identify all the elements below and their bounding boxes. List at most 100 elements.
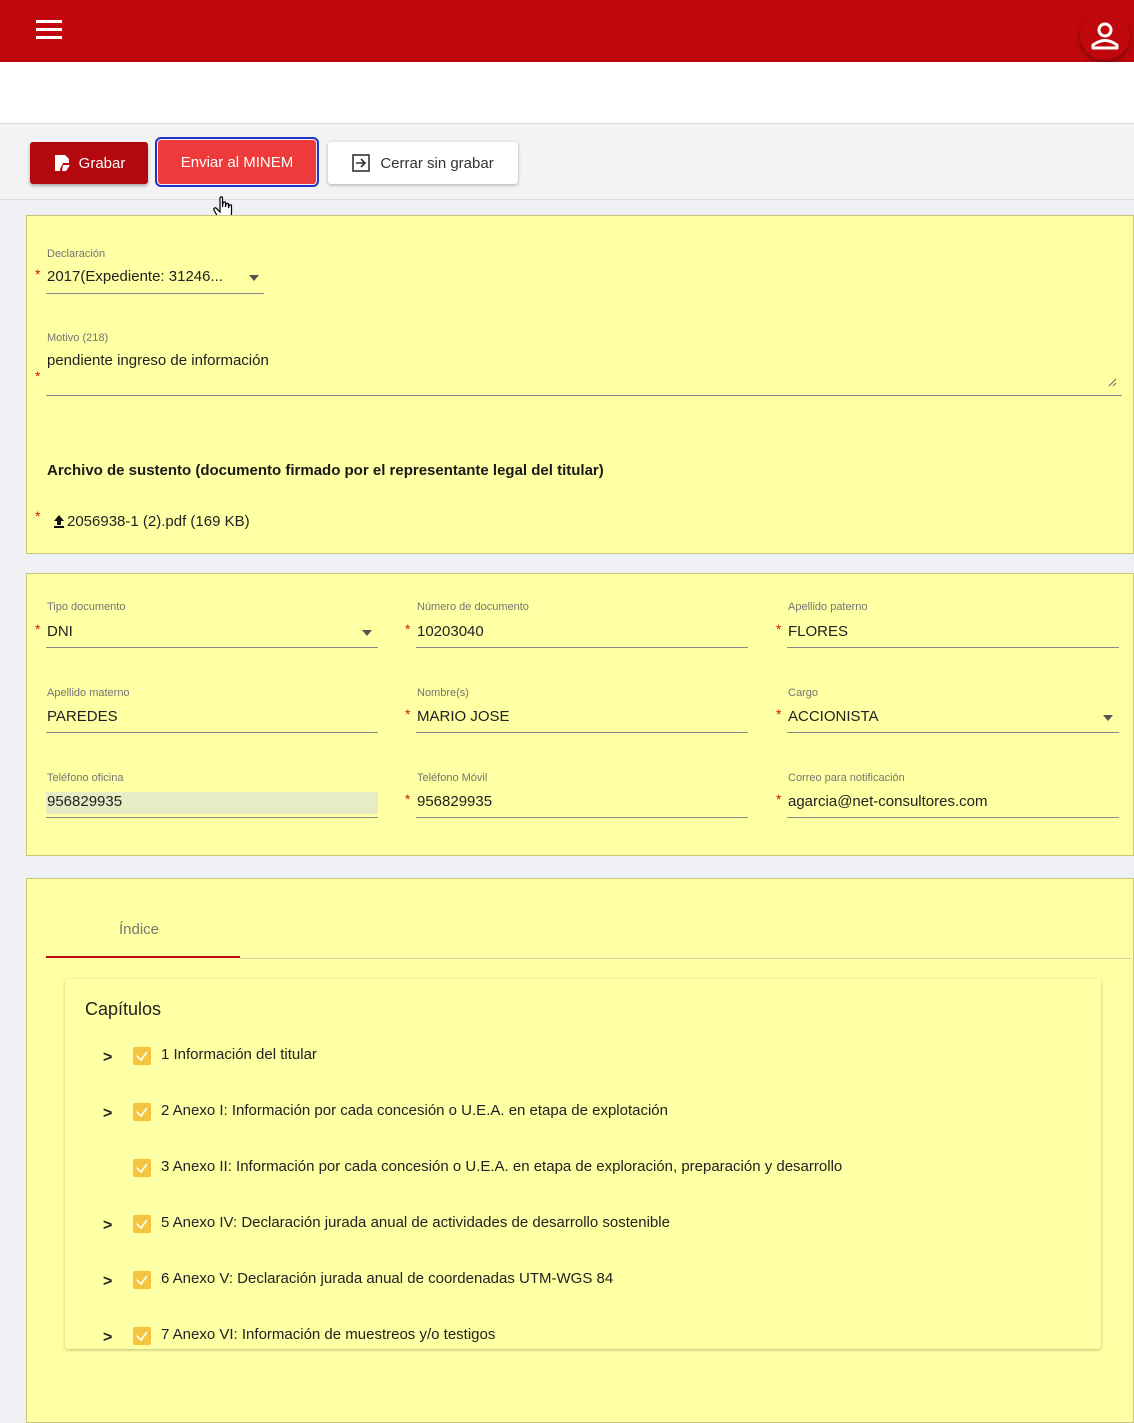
declaration-value: 2017(Expediente: 31246... [47, 268, 223, 285]
telefono-movil-value: 956829935 [417, 793, 493, 810]
chapter-checkbox[interactable] [133, 1215, 151, 1233]
field-underline [787, 732, 1119, 733]
tipo-documento-value: DNI [47, 623, 73, 640]
field-underline [46, 732, 378, 733]
save-button[interactable]: Grabar [30, 142, 148, 184]
nombres-value: MARIO JOSE [417, 708, 510, 725]
required-mark: * [776, 621, 782, 637]
dropdown-caret-icon [1103, 715, 1113, 721]
field-underline [46, 293, 264, 294]
user-account-button[interactable] [1080, 10, 1130, 60]
motivo-value: pendiente ingreso de información [47, 352, 269, 369]
resize-handle-icon[interactable] [1108, 378, 1117, 387]
chapter-item: > 5 Anexo IV: Declaración jurada anual d… [65, 1214, 1101, 1238]
chapter-checkbox[interactable] [133, 1271, 151, 1289]
chapter-checkbox[interactable] [133, 1159, 151, 1177]
save-button-label: Grabar [78, 154, 126, 172]
field-underline [46, 817, 378, 818]
chapter-item: 3 Anexo II: Información por cada concesi… [65, 1158, 1101, 1182]
upload-icon [54, 515, 64, 528]
active-tab-indicator [46, 956, 240, 958]
field-underline [787, 817, 1119, 818]
required-mark: * [776, 791, 782, 807]
app-header [0, 0, 1134, 62]
chapter-label: 1 Información del titular [161, 1046, 317, 1063]
apellido-materno-value: PAREDES [47, 708, 118, 725]
archivo-sustento-title: Archivo de sustento (documento firmado p… [47, 462, 604, 479]
chevron-right-icon[interactable]: > [103, 1105, 112, 1123]
chapter-checkbox[interactable] [133, 1047, 151, 1065]
user-icon [1091, 22, 1119, 50]
required-mark: * [405, 621, 411, 637]
chapters-title: Capítulos [85, 999, 162, 1019]
cargo-label: Cargo [788, 687, 818, 699]
chapter-label: 3 Anexo II: Información por cada concesi… [161, 1158, 843, 1175]
send-button-label: Enviar al MINEM [180, 153, 294, 171]
chapters-panel: Capítulos > 1 Información del titular > … [65, 979, 1101, 1349]
field-underline [46, 395, 1122, 396]
chapter-checkbox[interactable] [133, 1327, 151, 1345]
chapter-label: 5 Anexo IV: Declaración jurada anual de … [161, 1214, 670, 1231]
apellido-paterno-value: FLORES [788, 623, 849, 640]
hamburger-menu-icon[interactable] [36, 20, 62, 42]
required-mark: * [405, 706, 411, 722]
declaration-label: Declaración [47, 248, 106, 260]
checkmark-icon [136, 1107, 148, 1118]
field-underline [416, 647, 748, 648]
uploaded-file-link[interactable]: 2056938-1 (2).pdf (169 KB) [53, 513, 250, 530]
chapter-label: 2 Anexo I: Información por cada concesió… [161, 1102, 668, 1119]
exit-icon [352, 154, 371, 172]
required-mark: * [35, 368, 41, 384]
dropdown-caret-icon [249, 275, 259, 281]
page-header-strip [0, 62, 1134, 124]
chapter-item: > 1 Información del titular [65, 1046, 1101, 1070]
chapter-checkbox[interactable] [133, 1103, 151, 1121]
field-underline [416, 817, 748, 818]
chapter-label: 7 Anexo VI: Información de muestreos y/o… [161, 1326, 496, 1343]
checkmark-icon [136, 1051, 148, 1062]
chapter-item: > 2 Anexo I: Información por cada conces… [65, 1102, 1101, 1126]
field-underline [46, 647, 378, 648]
tab-indice[interactable]: Índice [119, 921, 159, 938]
chapter-item: > 7 Anexo VI: Información de muestreos y… [65, 1326, 1101, 1350]
checkmark-icon [136, 1331, 148, 1342]
telefono-oficina-value: 956829935 [47, 793, 123, 810]
motivo-label: Motivo (218) [47, 332, 109, 344]
telefono-oficina-label: Teléfono oficina [47, 772, 124, 784]
action-toolbar: Grabar Enviar al MINEM Cerrar sin grabar [0, 124, 1134, 200]
close-button-label: Cerrar sin grabar [380, 154, 494, 172]
send-to-minem-button[interactable]: Enviar al MINEM [155, 137, 319, 187]
checkmark-icon [136, 1163, 148, 1174]
numero-documento-label: Número de documento [417, 601, 529, 613]
uploaded-file-name: 2056938-1 (2).pdf (169 KB) [67, 513, 250, 530]
close-without-saving-button[interactable]: Cerrar sin grabar [328, 142, 518, 184]
numero-documento-value: 10203040 [417, 623, 484, 640]
tipo-documento-label: Tipo documento [47, 601, 126, 613]
chevron-right-icon[interactable]: > [103, 1217, 112, 1235]
chevron-right-icon[interactable]: > [103, 1329, 112, 1347]
tab-divider [240, 958, 1132, 959]
field-underline [787, 647, 1119, 648]
declaration-card: Declaración * 2017(Expediente: 31246... … [26, 215, 1134, 554]
required-mark: * [776, 706, 782, 722]
cargo-value: ACCIONISTA [788, 708, 879, 725]
save-document-icon [54, 155, 70, 171]
required-mark: * [35, 508, 41, 524]
chapter-label: 6 Anexo V: Declaración jurada anual de c… [161, 1270, 614, 1287]
correo-label: Correo para notificación [788, 772, 905, 784]
checkmark-icon [136, 1275, 148, 1286]
field-underline [416, 732, 748, 733]
telefono-movil-label: Teléfono Móvil [417, 772, 488, 784]
apellido-paterno-label: Apellido paterno [788, 601, 868, 613]
required-mark: * [405, 791, 411, 807]
apellido-materno-label: Apellido materno [47, 687, 130, 699]
chevron-right-icon[interactable]: > [103, 1049, 112, 1067]
dropdown-caret-icon [362, 630, 372, 636]
index-card: Índice Capítulos > 1 Información del tit… [26, 878, 1134, 1423]
required-mark: * [35, 621, 41, 637]
nombres-label: Nombre(s) [417, 687, 469, 699]
chevron-right-icon[interactable]: > [103, 1273, 112, 1291]
checkmark-icon [136, 1219, 148, 1230]
representative-card: Tipo documento * DNI Número de documento… [26, 573, 1134, 856]
required-mark: * [35, 266, 41, 282]
